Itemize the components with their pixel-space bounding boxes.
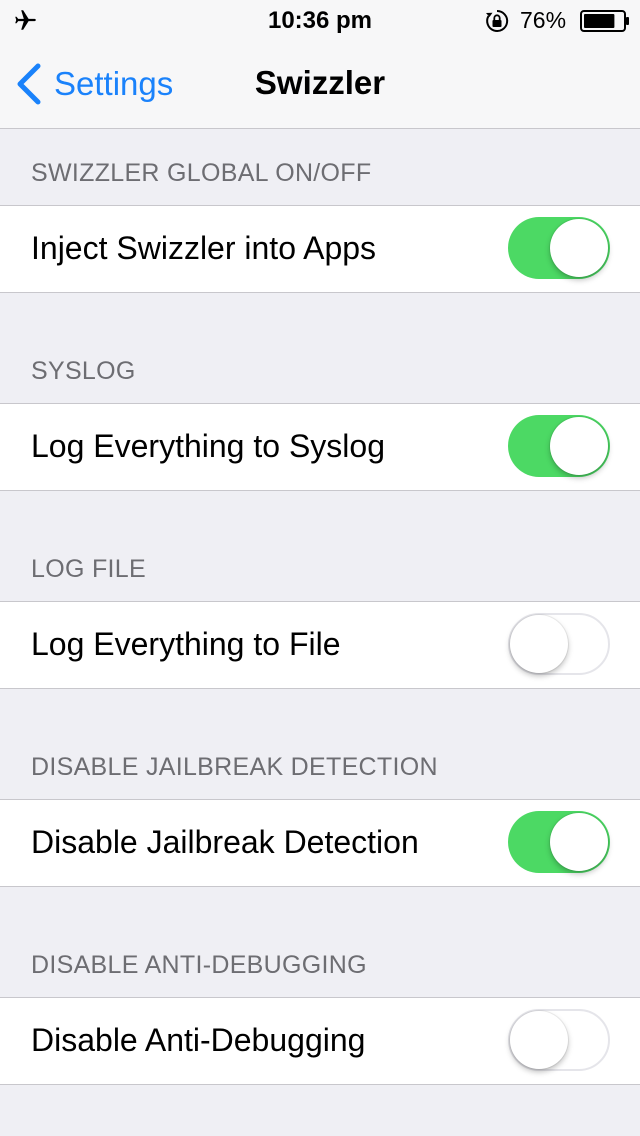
inject-swizzler-toggle[interactable] xyxy=(508,217,610,279)
toggle-knob xyxy=(550,813,608,871)
setting-row-disable-jailbreak-detection: Disable Jailbreak Detection xyxy=(0,799,640,887)
section-header: DISABLE JAILBREAK DETECTION xyxy=(31,753,438,781)
section-header: SYSLOG xyxy=(31,357,136,385)
setting-label: Log Everything to File xyxy=(31,626,341,662)
section-header: LOG FILE xyxy=(31,555,146,583)
log-file-toggle[interactable] xyxy=(508,613,610,675)
page-title: Swizzler xyxy=(254,64,386,101)
section-jailbreak-detection: DISABLE JAILBREAK DETECTION Disable Jail… xyxy=(0,723,640,887)
setting-row-disable-anti-debugging: Disable Anti-Debugging xyxy=(0,997,640,1085)
setting-label: Disable Anti-Debugging xyxy=(31,1022,366,1058)
toggle-knob xyxy=(510,1011,568,1069)
disable-anti-debugging-toggle[interactable] xyxy=(508,1009,610,1071)
settings-list: SWIZZLER GLOBAL ON/OFF Inject Swizzler i… xyxy=(0,129,640,1085)
orientation-lock-icon xyxy=(486,9,509,32)
setting-row-log-file: Log Everything to File xyxy=(0,601,640,689)
section-anti-debugging: DISABLE ANTI-DEBUGGING Disable Anti-Debu… xyxy=(0,921,640,1085)
setting-label: Inject Swizzler into Apps xyxy=(31,230,377,266)
battery-icon xyxy=(580,10,629,32)
section-header: DISABLE ANTI-DEBUGGING xyxy=(31,951,367,979)
section-syslog: SYSLOG Log Everything to Syslog xyxy=(0,327,640,491)
toggle-knob xyxy=(510,615,568,673)
toggle-knob xyxy=(550,219,608,277)
toggle-knob xyxy=(550,417,608,475)
setting-label: Log Everything to Syslog xyxy=(31,428,385,464)
log-syslog-toggle[interactable] xyxy=(508,415,610,477)
navigation-bar: Settings Swizzler xyxy=(0,40,640,129)
status-bar: 10:36 pm 76% xyxy=(0,0,640,40)
setting-row-log-syslog: Log Everything to Syslog xyxy=(0,403,640,491)
battery-percent: 76% xyxy=(520,7,567,33)
section-log-file: LOG FILE Log Everything to File xyxy=(0,525,640,689)
setting-row-inject-swizzler: Inject Swizzler into Apps xyxy=(0,205,640,293)
section-swizzler-global: SWIZZLER GLOBAL ON/OFF Inject Swizzler i… xyxy=(0,129,640,293)
settings-screen: 10:36 pm 76% Settings Swizzler SWIZZLER … xyxy=(0,0,640,1136)
disable-jailbreak-detection-toggle[interactable] xyxy=(508,811,610,873)
setting-label: Disable Jailbreak Detection xyxy=(31,824,419,860)
section-header: SWIZZLER GLOBAL ON/OFF xyxy=(31,159,372,187)
